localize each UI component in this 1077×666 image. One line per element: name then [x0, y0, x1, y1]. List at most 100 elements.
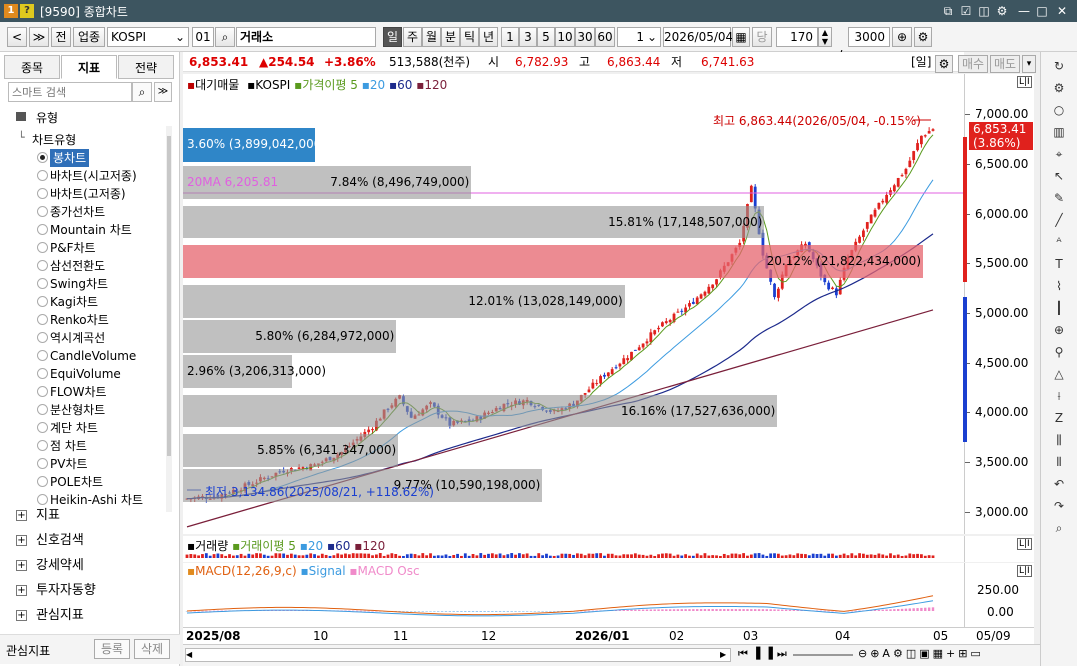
chart-type-item[interactable]: 분산형차트 [50, 401, 105, 419]
chart-type-item[interactable]: 봉차트 [50, 149, 90, 167]
close-icon[interactable]: ✕ [1054, 3, 1070, 19]
chart-settings-button[interactable]: ⚙ [935, 55, 953, 73]
config-button[interactable]: ⚙ [914, 27, 932, 47]
redo-icon[interactable]: ↷ [1049, 496, 1069, 516]
interval-10[interactable]: 10 [555, 27, 575, 47]
bars-stepper[interactable]: ▲ ▼ [818, 27, 832, 47]
crosshair-icon[interactable]: ⌖ [1049, 144, 1069, 164]
chart-type-radio[interactable] [37, 296, 48, 307]
chart-type-radio[interactable] [37, 350, 48, 361]
bars-field[interactable]: 170 [776, 27, 818, 47]
z-icon[interactable]: Z [1049, 408, 1069, 428]
tab-stock[interactable]: 종목 [4, 55, 60, 79]
expand-button[interactable]: ≫ [154, 82, 172, 102]
chart-type-item[interactable]: P&F차트 [50, 239, 96, 257]
left-section[interactable]: + 강세약세 [0, 554, 178, 578]
chart-type-item[interactable]: POLE차트 [50, 473, 103, 491]
price-axis[interactable]: L|I 7,000.00 6,500.00 6,000.00 5,500.00 5,00… [963, 74, 1034, 534]
text-icon[interactable]: T [1049, 254, 1069, 274]
zoom-button[interactable]: ⊕ [892, 27, 912, 47]
auto-icon[interactable]: ᴬ [1049, 232, 1069, 252]
zoom-icon[interactable]: ⊕ [1049, 320, 1069, 340]
tab-strategy[interactable]: 전략 [118, 55, 174, 79]
bottom-tools[interactable]: ⊖⊕A⚙◫▣▦+⊞▭ [858, 647, 984, 660]
help-icon[interactable]: ? [20, 4, 34, 18]
chart-type-item[interactable]: Mountain 차트 [50, 221, 132, 239]
period-month[interactable]: 월 [422, 27, 441, 47]
axis-mode-label[interactable]: L|I [1017, 565, 1032, 577]
settings-icon[interactable]: ⚙ [994, 3, 1010, 19]
candle-icon[interactable]: ┃ [1049, 298, 1069, 318]
chart-type-item[interactable]: Renko차트 [50, 311, 109, 329]
horizontal-scrollbar[interactable]: ◀ ▶ [185, 648, 731, 662]
current-button[interactable]: 당 [752, 27, 772, 47]
left-section[interactable]: + 관심지표 [0, 604, 178, 628]
minimize-icon[interactable]: — [1016, 3, 1032, 19]
trendline-icon[interactable]: ╱ [1049, 210, 1069, 230]
prev-button[interactable]: < [7, 27, 27, 47]
undo-icon[interactable]: ↶ [1049, 474, 1069, 494]
menu-button[interactable]: ≫ [29, 27, 49, 47]
chart-type-radio[interactable] [37, 476, 48, 487]
sell-button[interactable]: 매도 [990, 55, 1020, 73]
chart-type-radio[interactable] [37, 188, 48, 199]
interval-1[interactable]: 1 [501, 27, 519, 47]
tab-indicator[interactable]: 지표 [61, 55, 117, 79]
date-field[interactable]: 2026/05/04 [663, 27, 733, 47]
magnify-icon[interactable]: ⚲ [1049, 342, 1069, 362]
camera-icon[interactable]: ◫ [976, 3, 992, 19]
smart-search-input[interactable] [8, 82, 132, 102]
fibonacci-icon[interactable]: ⌇ [1049, 276, 1069, 296]
playback-controls[interactable]: ⏮▐▐⏭ [738, 647, 791, 661]
axis-mode-label[interactable]: L|I [1017, 76, 1032, 88]
calendar-button[interactable]: ▦ [732, 27, 750, 47]
chart-type-radio[interactable] [37, 422, 48, 433]
chart-type-radio[interactable] [37, 260, 48, 271]
chart-type-radio[interactable] [37, 458, 48, 469]
search-button[interactable]: ⌕ [132, 82, 152, 102]
chart-type-radio[interactable] [37, 332, 48, 343]
price-chart[interactable]: 3.60% (3,899,042,000) 7.84% (8,496,749,00… [183, 74, 964, 534]
chart-type-item[interactable]: EquiVolume [50, 365, 121, 383]
chart-type-radio[interactable] [37, 440, 48, 451]
chart-types-header[interactable]: 차트유형 [32, 131, 76, 148]
interval-60[interactable]: 60 [595, 27, 615, 47]
left-section[interactable]: + 투자자동향 [0, 579, 178, 603]
delete-button[interactable]: 삭제 [134, 639, 170, 659]
scrollbar[interactable] [166, 126, 172, 512]
interval-3[interactable]: 3 [519, 27, 537, 47]
macd-panel[interactable]: ▪MACD(12,26,9,c) ▪Signal ▪MACD Osc [183, 563, 964, 627]
code-field[interactable]: 01 [192, 27, 214, 47]
chart-type-item[interactable]: FLOW차트 [50, 383, 107, 401]
chart-type-radio[interactable] [37, 404, 48, 415]
count-select[interactable]: 1 ⌄ [617, 27, 661, 47]
time-axis[interactable]: 2025/08 10 11 12 2026/01 02 03 04 05 05/09 [183, 627, 1034, 644]
triangle-icon[interactable]: △ [1049, 364, 1069, 384]
left-section[interactable]: + 지표 [0, 504, 178, 528]
chart-type-radio[interactable] [37, 314, 48, 325]
speed-slider[interactable] [793, 654, 853, 656]
grid-icon[interactable]: ⫼ [1049, 430, 1069, 450]
link-icon[interactable]: ⧉ [940, 3, 956, 19]
gear-icon[interactable]: ⚙ [1049, 78, 1069, 98]
period-day[interactable]: 일 [383, 27, 402, 47]
search-icon[interactable]: ⌕ [1049, 518, 1069, 538]
maximize-icon[interactable]: □ [1034, 3, 1050, 19]
chart-type-item[interactable]: 바차트(고저종) [50, 185, 126, 203]
chart-type-radio[interactable] [37, 170, 48, 181]
period-week[interactable]: 주 [403, 27, 422, 47]
market-field[interactable]: 거래소 [236, 27, 376, 47]
bar-chart-icon[interactable]: ▥ [1049, 122, 1069, 142]
chart-type-item[interactable]: Kagi차트 [50, 293, 98, 311]
chart-type-item[interactable]: 점 차트 [50, 437, 87, 455]
symbol-select[interactable]: KOSPI ⌄ [107, 27, 189, 47]
chart-type-item[interactable]: Swing차트 [50, 275, 108, 293]
interval-30[interactable]: 30 [575, 27, 595, 47]
chart-type-item[interactable]: 삼선전환도 [50, 257, 105, 275]
chart-type-radio[interactable] [37, 368, 48, 379]
chart-type-radio[interactable] [37, 386, 48, 397]
sector-button[interactable]: 업종 [73, 27, 105, 47]
edit-icon[interactable]: ✎ [1049, 188, 1069, 208]
chart-type-item[interactable]: 계단 차트 [50, 419, 98, 437]
chart-type-radio[interactable] [37, 152, 48, 163]
